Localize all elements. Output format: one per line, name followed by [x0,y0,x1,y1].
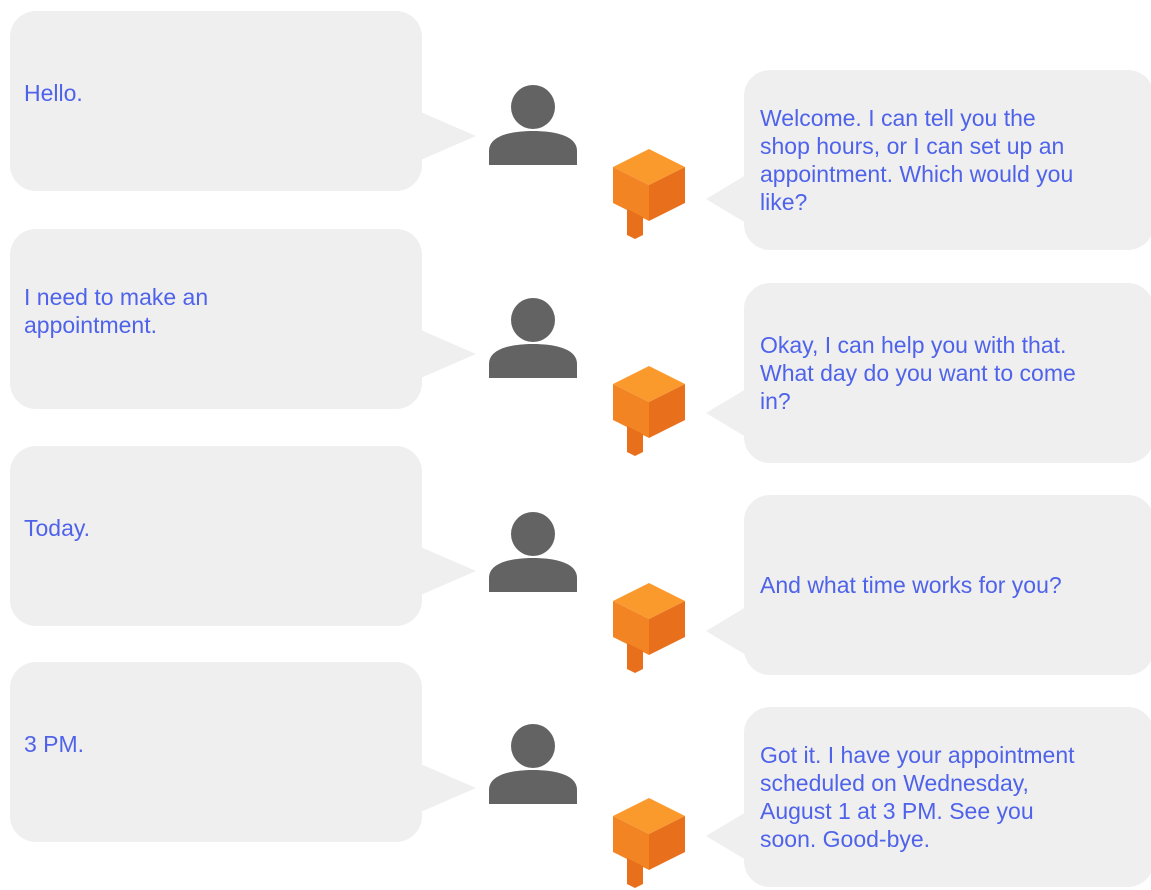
user-message-text: 3 PM. [24,731,85,757]
agent-message: Okay, I can help you with that. What day… [744,283,1151,463]
agent-message: Got it. I have your appointment schedule… [744,707,1151,887]
agent-message-text: Welcome. I can tell you the shop hours, … [760,105,1074,215]
agent-message-text: And what time works for you? [760,572,1062,598]
dialogflow-agent-icon [613,583,685,673]
user-bubble-tail [416,110,476,162]
person-icon [489,85,577,165]
user-message-text: I need to make an appointment. [24,284,209,338]
dialogflow-agent-icon [613,366,685,456]
user-message-text: Hello. [24,80,83,106]
agent-bubble-tail [706,812,746,860]
user-message: I need to make an appointment. [10,229,422,409]
dialogflow-agent-icon [613,149,685,239]
user-bubble-tail [416,545,476,597]
dialogflow-agent-icon [613,798,685,888]
user-bubble-tail [416,328,476,380]
agent-message-text: Got it. I have your appointment schedule… [760,742,1075,852]
person-icon [489,298,577,378]
agent-message-text: Okay, I can help you with that. What day… [760,332,1076,414]
user-message: Today. [10,446,422,626]
agent-message: And what time works for you? [744,495,1151,675]
agent-message: Welcome. I can tell you the shop hours, … [744,70,1151,250]
user-bubble-tail [416,762,476,814]
user-message: Hello. [10,11,422,191]
person-icon [489,512,577,592]
agent-bubble-tail [706,175,746,223]
agent-bubble-tail [706,607,746,655]
user-message: 3 PM. [10,662,422,842]
agent-bubble-tail [706,389,746,437]
user-message-text: Today. [24,515,91,541]
person-icon [489,724,577,804]
